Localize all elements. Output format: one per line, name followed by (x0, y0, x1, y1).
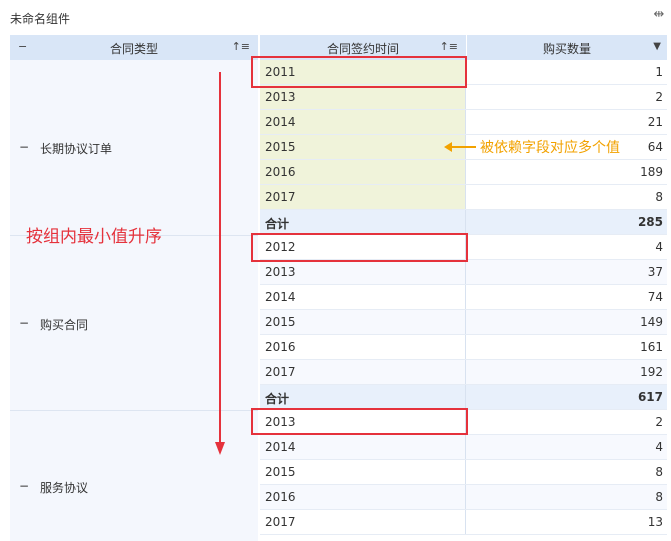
table-row[interactable]: 2017 13 (260, 510, 667, 535)
annotation-box (251, 233, 468, 262)
quantity-cell: 21 (647, 115, 663, 129)
table-row[interactable]: 2017 8 (260, 185, 667, 210)
table-row[interactable]: 2016 161 (260, 335, 667, 360)
table-row[interactable]: 2015 149 (260, 310, 667, 335)
table-row[interactable]: 2014 74 (260, 285, 667, 310)
quantity-cell: 149 (640, 315, 663, 329)
table-row[interactable]: 2015 8 (260, 460, 667, 485)
quantity-cell: 161 (640, 340, 663, 354)
quantity-cell: 192 (640, 365, 663, 379)
quantity-cell: 2 (655, 415, 663, 429)
header-quantity[interactable]: 购买数量 ▼ (467, 35, 667, 60)
quantity-cell: 8 (655, 465, 663, 479)
down-arrow-icon (215, 72, 225, 455)
dropdown-arrow-icon[interactable]: ▼ (653, 41, 661, 52)
quantity-cell: 64 (647, 140, 663, 154)
pivot-table: − 合同类型 ↑≡ 合同签约时间 ↑≡ 购买数量 ▼ − 长期协议订单 − 购买… (10, 35, 667, 541)
group-name: 服务协议 (40, 481, 89, 495)
table-row[interactable]: 2013 37 (260, 260, 667, 285)
left-arrow-icon (444, 142, 476, 152)
quantity-cell: 189 (640, 165, 663, 179)
quantity-cell: 13 (647, 515, 663, 529)
component-title: 未命名组件 (10, 12, 71, 26)
quantity-cell: 37 (647, 265, 663, 279)
year-cell: 2013 (260, 85, 466, 109)
year-cell: 2017 (260, 185, 466, 209)
year-cell: 2014 (260, 435, 466, 459)
quantity-cell: 4 (655, 440, 663, 454)
total-row: 合计 617 (260, 385, 667, 410)
annotation-box (251, 56, 467, 88)
sort-asc-icon[interactable]: ↑≡ (232, 40, 250, 53)
quantity-cell: 8 (655, 190, 663, 204)
year-cell: 2016 (260, 160, 466, 184)
year-cell: 2016 (260, 335, 466, 359)
total-label: 合计 (260, 210, 466, 234)
header-contract-type[interactable]: − 合同类型 ↑≡ (10, 35, 258, 60)
header-sign-time-label: 合同签约时间 (326, 42, 399, 56)
total-row: 合计 285 (260, 210, 667, 235)
year-cell: 2016 (260, 485, 466, 509)
collapse-icon[interactable]: − (19, 479, 29, 493)
quantity-cell: 8 (655, 490, 663, 504)
annotation-box (251, 408, 468, 435)
table-row[interactable]: 2013 2 (260, 85, 667, 110)
year-cell: 2015 (260, 460, 466, 484)
table-row[interactable]: 2014 4 (260, 435, 667, 460)
year-cell: 2015 (260, 135, 466, 159)
multi-value-annotation: 被依赖字段对应多个值 (480, 140, 620, 156)
year-cell: 2014 (260, 110, 466, 134)
sort-asc-icon[interactable]: ↑≡ (440, 40, 458, 53)
year-cell: 2017 (260, 510, 466, 534)
header-contract-type-label: 合同类型 (109, 42, 158, 56)
quantity-cell: 2 (655, 90, 663, 104)
year-cell: 2014 (260, 285, 466, 309)
year-cell: 2017 (260, 360, 466, 384)
total-value: 285 (637, 215, 663, 229)
table-row[interactable]: 2016 8 (260, 485, 667, 510)
expand-icon[interactable]: ⇹ (651, 7, 667, 22)
quantity-cell: 74 (647, 290, 663, 304)
group-name: 购买合同 (40, 318, 89, 332)
total-label: 合计 (260, 385, 466, 409)
sort-annotation: 按组内最小值升序 (26, 227, 162, 247)
year-cell: 2015 (260, 310, 466, 334)
total-value: 617 (637, 390, 663, 404)
header-quantity-label: 购买数量 (542, 42, 591, 56)
table-row[interactable]: 2017 192 (260, 360, 667, 385)
group-name: 长期协议订单 (40, 142, 113, 156)
collapse-icon[interactable]: − (19, 140, 29, 154)
table-row[interactable]: 2014 21 (260, 110, 667, 135)
quantity-cell: 1 (655, 65, 663, 79)
year-cell: 2013 (260, 260, 466, 284)
table-row[interactable]: 2016 189 (260, 160, 667, 185)
quantity-cell: 4 (655, 240, 663, 254)
collapse-icon[interactable]: − (19, 316, 29, 330)
